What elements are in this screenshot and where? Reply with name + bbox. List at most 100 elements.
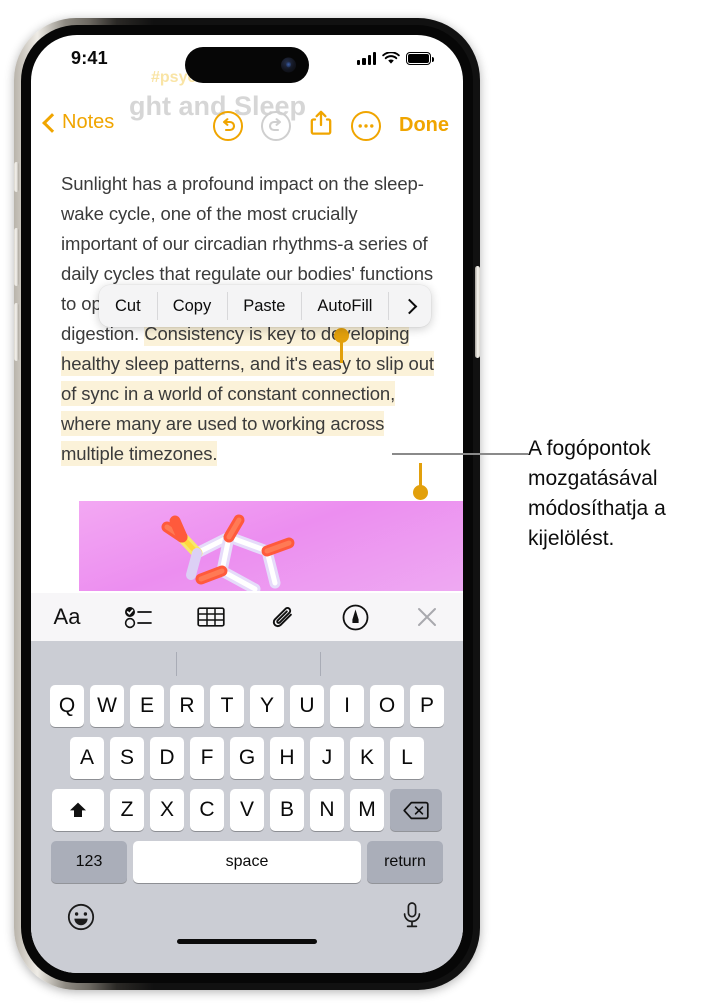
checklist-button[interactable] xyxy=(103,605,175,629)
key-v[interactable]: V xyxy=(230,789,264,831)
key-j[interactable]: J xyxy=(310,737,344,779)
keyboard-row-2: A S D F G H J K L xyxy=(31,737,463,779)
key-x[interactable]: X xyxy=(150,789,184,831)
paperclip-attach-icon xyxy=(272,607,292,628)
chevron-left-icon xyxy=(42,113,62,133)
emoji-smiley-icon xyxy=(67,903,95,931)
key-y[interactable]: Y xyxy=(250,685,284,727)
markup-button[interactable] xyxy=(319,604,391,631)
redo-button[interactable] xyxy=(261,110,291,141)
back-to-notes-button[interactable]: Notes xyxy=(42,111,115,134)
battery-full-icon xyxy=(406,52,434,65)
selection-handle-dot xyxy=(413,485,428,500)
power-button[interactable] xyxy=(475,266,480,358)
navigation-actions: Done xyxy=(213,109,449,142)
key-o[interactable]: O xyxy=(370,685,404,727)
dictation-key[interactable] xyxy=(401,901,423,936)
key-b[interactable]: B xyxy=(270,789,304,831)
chevron-right-icon xyxy=(402,298,418,314)
key-m[interactable]: M xyxy=(350,789,384,831)
note-format-toolbar: Aa xyxy=(31,593,463,641)
text-format-icon: Aa xyxy=(53,604,81,629)
keyboard-row-1: Q W E R T Y U I O P xyxy=(31,685,463,727)
device-screen: #psyc ght and Sleep 9:41 Notes Done Sunl… xyxy=(31,35,463,973)
keyboard-bottom-bar xyxy=(31,893,463,953)
edit-menu-more-button[interactable] xyxy=(388,285,431,327)
text-edit-context-menu[interactable]: Cut Copy Paste AutoFill xyxy=(99,285,432,327)
iphone-device-frame: #psyc ght and Sleep 9:41 Notes Done Sunl… xyxy=(14,18,480,990)
shift-arrow-up-icon xyxy=(70,802,86,817)
key-p[interactable]: P xyxy=(410,685,444,727)
key-t[interactable]: T xyxy=(210,685,244,727)
return-key[interactable]: return xyxy=(367,841,443,883)
prediction-divider xyxy=(176,652,177,676)
key-i[interactable]: I xyxy=(330,685,364,727)
keyboard-row-4: 123 space return xyxy=(31,841,463,883)
format-text-button[interactable]: Aa xyxy=(31,604,103,630)
key-a[interactable]: A xyxy=(70,737,104,779)
volume-up-button[interactable] xyxy=(14,228,19,286)
edit-menu-copy-button[interactable]: Copy xyxy=(156,285,228,327)
dynamic-island xyxy=(185,47,309,83)
back-button-label: Notes xyxy=(62,111,115,133)
note-image-attachment[interactable] xyxy=(79,501,463,591)
numeric-keyboard-key[interactable]: 123 xyxy=(51,841,127,883)
space-key[interactable]: space xyxy=(133,841,361,883)
status-bar-time: 9:41 xyxy=(71,48,108,68)
key-e[interactable]: E xyxy=(130,685,164,727)
action-button[interactable] xyxy=(14,162,19,192)
more-options-button[interactable] xyxy=(351,110,381,141)
callout-leader-line xyxy=(392,453,528,455)
key-h[interactable]: H xyxy=(270,737,304,779)
microphone-icon xyxy=(403,902,421,928)
status-bar-indicators xyxy=(357,52,434,65)
key-d[interactable]: D xyxy=(150,737,184,779)
key-g[interactable]: G xyxy=(230,737,264,779)
attach-file-button[interactable] xyxy=(247,604,319,630)
key-k[interactable]: K xyxy=(350,737,384,779)
share-button[interactable] xyxy=(309,109,333,142)
close-x-icon xyxy=(418,608,436,626)
key-r[interactable]: R xyxy=(170,685,204,727)
molecule-illustration xyxy=(161,514,295,591)
callout-text: A fogópontok mozgatásával módosíthatja a… xyxy=(528,437,666,550)
key-s[interactable]: S xyxy=(110,737,144,779)
table-icon xyxy=(197,607,225,627)
insert-table-button[interactable] xyxy=(175,605,247,629)
wifi-icon xyxy=(382,52,400,64)
front-camera xyxy=(281,57,296,73)
delete-key[interactable] xyxy=(390,789,442,831)
emoji-key[interactable] xyxy=(67,903,95,936)
cellular-bars-icon xyxy=(357,52,376,65)
share-square-arrow-up-icon xyxy=(310,110,332,135)
key-f[interactable]: F xyxy=(190,737,224,779)
edit-menu-cut-button[interactable]: Cut xyxy=(99,285,157,327)
key-u[interactable]: U xyxy=(290,685,324,727)
undo-arrow-icon xyxy=(222,117,236,131)
prediction-divider xyxy=(320,652,321,676)
keyboard-row-3: Z X C V B N M xyxy=(31,789,463,831)
predictive-text-row[interactable] xyxy=(31,641,463,685)
key-z[interactable]: Z xyxy=(110,789,144,831)
undo-button[interactable] xyxy=(213,110,243,141)
key-c[interactable]: C xyxy=(190,789,224,831)
volume-down-button[interactable] xyxy=(14,303,19,361)
close-toolbar-button[interactable] xyxy=(391,606,463,628)
key-q[interactable]: Q xyxy=(50,685,84,727)
key-l[interactable]: L xyxy=(390,737,424,779)
edit-menu-paste-button[interactable]: Paste xyxy=(227,285,301,327)
navigation-bar: Notes Done xyxy=(31,105,463,151)
edit-menu-autofill-button[interactable]: AutoFill xyxy=(301,285,388,327)
redo-arrow-icon xyxy=(268,117,282,131)
home-indicator[interactable] xyxy=(177,939,317,944)
markup-pen-circle-icon xyxy=(342,604,368,630)
done-button[interactable]: Done xyxy=(399,114,449,137)
key-w[interactable]: W xyxy=(90,685,124,727)
ellipsis-circle-icon xyxy=(358,123,374,128)
selection-handle-bar xyxy=(340,337,343,363)
key-n[interactable]: N xyxy=(310,789,344,831)
delete-backspace-icon xyxy=(403,801,429,819)
checklist-icon xyxy=(124,607,152,629)
shift-key[interactable] xyxy=(52,789,104,831)
on-screen-keyboard: Q W E R T Y U I O P A S D F G H J K L Z … xyxy=(31,641,463,973)
